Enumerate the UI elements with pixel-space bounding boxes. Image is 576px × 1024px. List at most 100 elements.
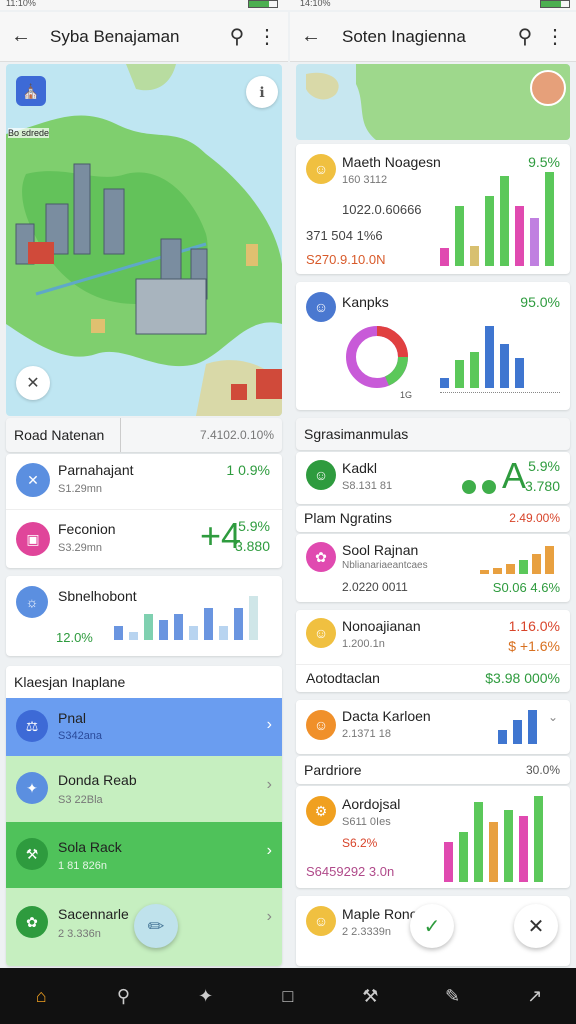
calendar-icon: ▣ (16, 522, 50, 556)
leaf-icon: ✿ (16, 906, 48, 938)
card-subtitle: S8.131 81 (342, 480, 393, 492)
more-options-icon[interactable]: ⋮ (540, 22, 570, 52)
card-percent: S6.2% (342, 836, 378, 850)
tools-icon: ⚒ (16, 838, 48, 870)
section-title: Sgrasimanmulas (304, 426, 409, 442)
big-trend-value: A (502, 455, 527, 496)
card-subtitle: S611 0Ies (342, 816, 391, 828)
user-avatar[interactable] (530, 70, 566, 106)
card-title: Maeth Noagesn (342, 154, 441, 170)
map-label: Bo sdrede (8, 128, 50, 138)
item-subtitle: S3 22Bla (58, 794, 103, 806)
chevron-right-icon: › (266, 776, 272, 793)
card-subtitle: 2.1371 18 (342, 728, 391, 740)
summary-list: ✕ Parnahajant S1.29mn 1 0.9% ▣ Feconion … (6, 454, 282, 568)
search-icon[interactable]: ⚲ (108, 981, 138, 1011)
card-line: 371 504 1%6 (306, 228, 383, 243)
stats-card[interactable]: ⚙ Aordojsal S611 0Ies S6.2% S6459292 3.0… (296, 786, 570, 888)
item-title: Donda Reab (58, 772, 137, 788)
row-title: Plam Ngratins (304, 510, 392, 526)
stats-card[interactable]: ☺ Kadkl S8.131 81 A 5.9% 3.780 (296, 452, 570, 504)
avatar: ☺ (306, 906, 336, 936)
left-page-title: Syba Benajaman (50, 26, 180, 46)
search-icon[interactable]: ⚲ (222, 22, 252, 52)
row-title: Pardriore (304, 762, 362, 778)
panel-header-label: Road Natenan (14, 427, 105, 443)
card-foot-value: $3.98 000% (485, 670, 560, 686)
donut-card[interactable]: ☺ Kanpks 95.0% 1G (296, 282, 570, 410)
card-amount: S6459292 3.0n (306, 864, 395, 879)
donut-chart (346, 326, 408, 388)
flower-icon: ✿ (306, 542, 336, 572)
list-item[interactable]: ▣ Feconion S3.29mn +4 5.9% 3.880 (6, 510, 282, 568)
right-page-title: Soten Inagienna (342, 26, 466, 46)
close-map-icon[interactable]: ✕ (16, 366, 50, 400)
list-item[interactable]: ⚖ Pnal S342ana › (6, 698, 282, 756)
bar-chart (480, 546, 554, 574)
edit-fab-button[interactable]: ✓ (410, 904, 454, 948)
item-value-secondary: 3.880 (234, 538, 270, 554)
square-icon[interactable]: □ (273, 981, 303, 1011)
map-view[interactable]: ⛪ ℹ Bo sdrede ✕ (6, 64, 282, 416)
explore-icon[interactable]: ✦ (191, 981, 221, 1011)
item-subtitle: S3.29mn (58, 542, 103, 554)
avatar: ☺ (306, 618, 336, 648)
list-item[interactable]: ✦ Donda Reab S3 22Bla › (6, 756, 282, 822)
list-item[interactable]: ⚒ Sola Rack 1 81 826n › (6, 822, 282, 888)
avatar: ☺ (306, 460, 336, 490)
map-illustration (6, 64, 282, 416)
chevron-right-icon: › (266, 842, 272, 859)
stats-card[interactable]: ☺ Nonoajianan 1.200.1n 1.16.0% $ +1.6% A… (296, 610, 570, 692)
stats-card[interactable]: ✿ Sool Rajnan Nblianariaeantcaes 2.0220 … (296, 534, 570, 602)
close-fab-button[interactable]: ✕ (514, 904, 558, 948)
status-dot (462, 480, 476, 494)
more-options-icon[interactable]: ⋮ (252, 22, 282, 52)
info-icon[interactable]: ℹ (246, 76, 278, 108)
share-icon[interactable]: ↗ (520, 981, 550, 1011)
globe-icon: ☼ (16, 586, 48, 618)
status-time-left: 11:10% (6, 0, 36, 8)
edit-fab-button[interactable]: ✏ (134, 904, 178, 948)
edit-icon[interactable]: ✎ (438, 981, 468, 1011)
star-icon: ✦ (16, 772, 48, 804)
card-percent: 95.0% (520, 294, 560, 310)
bar-chart (444, 796, 543, 882)
item-title: Sola Rack (58, 839, 122, 855)
item-subtitle: S1.29mn (58, 483, 103, 495)
card-value: 3.780 (524, 478, 560, 494)
stats-card[interactable]: ☺ Maeth Noagesn 160 3112 9.5% 1022.0.606… (296, 144, 570, 274)
mini-map[interactable] (296, 64, 570, 140)
row-value: 2.49.00% (509, 511, 560, 525)
chevron-down-icon[interactable]: ⌄ (548, 710, 558, 724)
left-top-bar: ← Syba Benajaman ⚲ ⋮ (0, 12, 288, 62)
building-icon[interactable]: ⛪ (16, 76, 46, 106)
card-amount: S270.9.10.0N (306, 252, 386, 267)
home-icon[interactable]: ⌂ (26, 981, 56, 1011)
avatar: ☺ (306, 154, 336, 184)
battery-icon (248, 0, 278, 8)
item-title: Pnal (58, 710, 87, 726)
card-subtitle: 1.200.1n (342, 638, 385, 650)
row-value: 30.0% (525, 763, 560, 777)
list-item[interactable]: ✕ Parnahajant S1.29mn 1 0.9% (6, 454, 282, 510)
chevron-right-icon: › (266, 716, 272, 733)
bar-chart (440, 172, 554, 266)
card-title: Sool Rajnan (342, 542, 419, 558)
item-subtitle: 1 81 826n (58, 860, 107, 872)
back-arrow-icon[interactable]: ← (296, 22, 326, 52)
battery-icon (540, 0, 570, 8)
card-subtitle: 2 2.3339n (342, 926, 391, 938)
stats-card[interactable]: ☺ Dacta Karloen 2.1371 18 ⌄ (296, 700, 570, 754)
card-value: S0.06 4.6% (492, 580, 560, 595)
item-value: 5.9% (238, 518, 270, 534)
settings-icon: ⚙ (306, 796, 336, 826)
item-title: Parnahajant (58, 462, 134, 478)
card-line: 2.0220 0011 (342, 580, 408, 594)
back-arrow-icon[interactable]: ← (6, 22, 36, 52)
chart-card[interactable]: ☼ Sbnelhobont 12.0% (6, 576, 282, 656)
tools-icon[interactable]: ⚒ (355, 981, 385, 1011)
card-title: Aordojsal (342, 796, 401, 812)
search-icon[interactable]: ⚲ (510, 22, 540, 52)
item-title: Sacennarle (58, 906, 129, 922)
card-subtitle: 160 3112 (342, 174, 388, 186)
